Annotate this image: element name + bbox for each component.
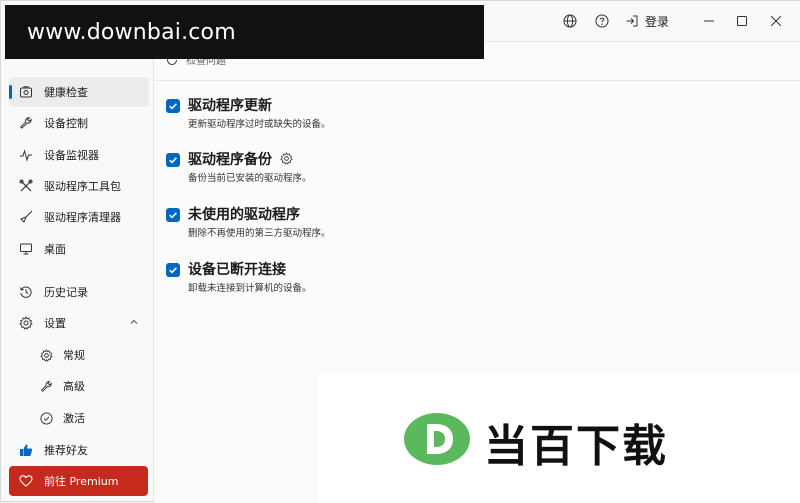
- premium-button[interactable]: 前往 Premium: [9, 466, 148, 496]
- login-icon: [625, 14, 639, 28]
- sidebar-item-label: 桌面: [44, 243, 66, 256]
- sidebar-item-driver-cleaner[interactable]: 驱动程序清理器: [9, 202, 149, 232]
- sidebar-subitem-label: 常规: [63, 349, 85, 362]
- sidebar-item-label: 驱动程序清理器: [44, 211, 121, 224]
- tools-icon: [18, 178, 34, 194]
- watermark-logo-panel: 当百下载: [318, 375, 800, 503]
- option-title-text: 驱动程序更新: [188, 98, 272, 114]
- sidebar-item-settings[interactable]: 设置: [9, 308, 149, 338]
- globe-icon[interactable]: [561, 12, 579, 30]
- sidebar-item-label: 设备控制: [44, 117, 88, 130]
- divider: [154, 80, 800, 81]
- chevron-up-icon: [129, 317, 139, 330]
- sidebar-item-health-check[interactable]: 健康检查: [9, 77, 149, 107]
- sidebar-item-label: 推荐好友: [44, 444, 88, 457]
- login-label: 登录: [645, 14, 670, 29]
- sidebar-subitem-label: 高级: [63, 380, 85, 393]
- app-window: 登录 健康检查 设备控制 设备监视器 驱动程序工具包 驱动程序清理器 桌面 历史…: [0, 0, 800, 503]
- option-title-text: 未使用的驱动程序: [188, 207, 300, 223]
- monitor-icon: [18, 241, 34, 257]
- option-title-text: 设备已断开连接: [188, 262, 286, 278]
- sidebar-item-label: 健康检查: [44, 86, 88, 99]
- option-description: 备份当前已安装的驱动程序。: [188, 173, 312, 184]
- close-button[interactable]: [762, 9, 790, 33]
- backup-settings-gear-icon[interactable]: [280, 152, 294, 166]
- sidebar: 健康检查 设备控制 设备监视器 驱动程序工具包 驱动程序清理器 桌面 历史记录 …: [1, 41, 153, 503]
- gear-icon: [18, 315, 34, 331]
- sidebar-item-history[interactable]: 历史记录: [9, 277, 149, 307]
- watermark-banner: www.downbai.com: [5, 5, 484, 59]
- heart-icon: [18, 473, 34, 489]
- option-title: 驱动程序更新: [188, 95, 272, 115]
- sidebar-item-device-control[interactable]: 设备控制: [9, 108, 149, 138]
- option-title: 设备已断开连接: [188, 259, 286, 279]
- health-check-icon: [18, 84, 34, 100]
- option-description: 删除不再使用的第三方驱动程序。: [188, 228, 331, 239]
- option-title: 未使用的驱动程序: [188, 204, 300, 224]
- sidebar-item-label: 设置: [44, 317, 66, 330]
- driver-backup-checkbox[interactable]: [166, 153, 180, 167]
- sidebar-item-label: 设备监视器: [44, 149, 99, 162]
- option-title-text: 驱动程序备份: [188, 152, 272, 168]
- option-description: 卸载未连接到计算机的设备。: [188, 283, 312, 294]
- sidebar-subitem-label: 激活: [63, 412, 85, 425]
- watermark-text: 当百下载: [484, 421, 668, 472]
- driver-update-checkbox[interactable]: [166, 99, 180, 113]
- minimize-button[interactable]: [695, 9, 723, 33]
- downbai-logo-icon: [404, 413, 470, 465]
- wrench-icon: [18, 115, 34, 131]
- sidebar-item-device-monitor[interactable]: 设备监视器: [9, 140, 149, 170]
- disconnected-devices-checkbox[interactable]: [166, 263, 180, 277]
- help-icon[interactable]: [593, 12, 611, 30]
- sidebar-item-driver-toolkit[interactable]: 驱动程序工具包: [9, 171, 149, 201]
- option-title: 驱动程序备份: [188, 149, 294, 169]
- premium-label: 前往 Premium: [44, 475, 119, 488]
- sidebar-item-desktop[interactable]: 桌面: [9, 234, 149, 264]
- maximize-button[interactable]: [728, 9, 756, 33]
- wrench-icon: [39, 379, 53, 393]
- sidebar-subitem-activation[interactable]: 激活: [31, 403, 149, 433]
- sidebar-subitem-general[interactable]: 常规: [31, 340, 149, 370]
- check-circle-icon: [39, 411, 53, 425]
- sidebar-item-label: 驱动程序工具包: [44, 180, 121, 193]
- history-icon: [18, 284, 34, 300]
- sidebar-item-label: 历史记录: [44, 286, 88, 299]
- thumbs-up-icon: [18, 442, 34, 458]
- option-description: 更新驱动程序过时或缺失的设备。: [188, 119, 331, 130]
- sidebar-subitem-advanced[interactable]: 高级: [31, 371, 149, 401]
- pulse-icon: [18, 147, 34, 163]
- login-button[interactable]: 登录: [625, 11, 669, 31]
- unused-drivers-checkbox[interactable]: [166, 208, 180, 222]
- sidebar-item-recommend[interactable]: 推荐好友: [9, 435, 149, 465]
- gear-icon: [39, 348, 53, 362]
- broom-icon: [18, 209, 34, 225]
